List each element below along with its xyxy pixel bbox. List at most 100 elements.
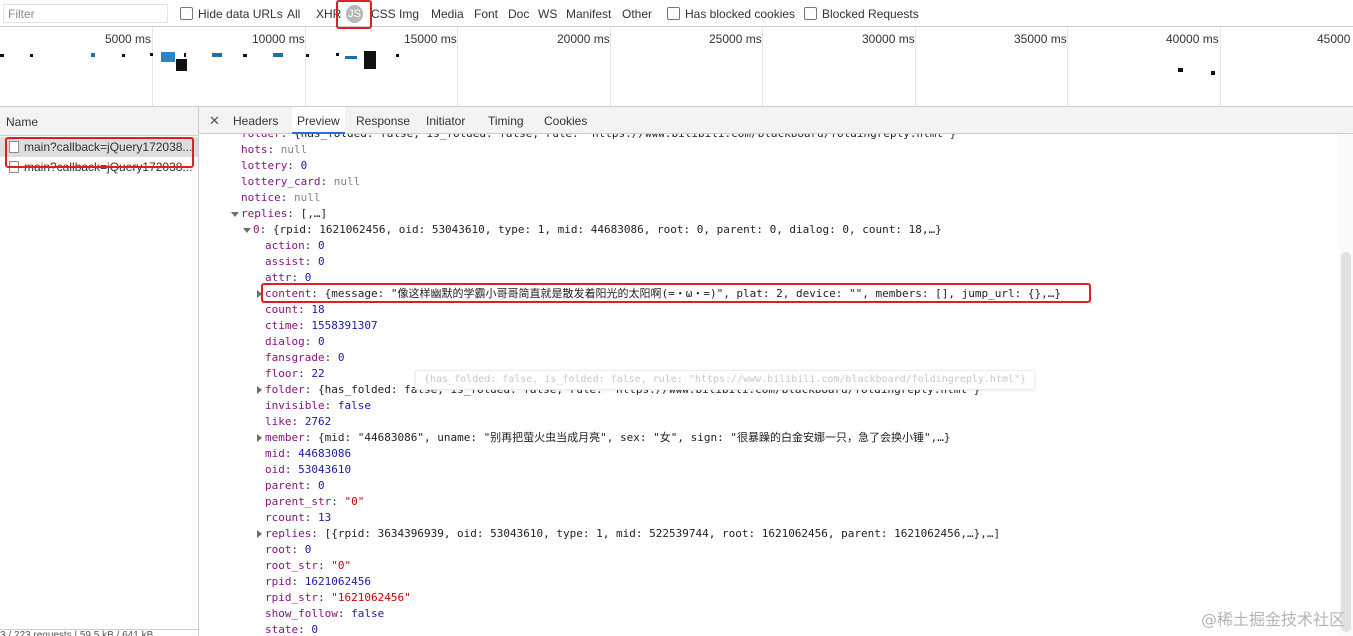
timeline-overview[interactable]: 5000 ms 10000 ms 15000 ms 20000 ms 25000… xyxy=(0,27,1353,107)
request-row[interactable]: main?callback=jQuery172038... xyxy=(0,137,198,157)
json-property-line[interactable]: replies: [{rpid: 3634396939, oid: 530436… xyxy=(257,526,1000,542)
json-separator: : xyxy=(324,351,338,364)
type-filter-other[interactable]: Other xyxy=(622,7,652,21)
json-separator: : xyxy=(298,303,312,316)
tick-label: 15000 ms xyxy=(404,32,457,46)
json-property-line[interactable]: 0: {rpid: 1621062456, oid: 53043610, typ… xyxy=(243,222,942,238)
json-key: notice xyxy=(241,191,281,204)
has-blocked-cookies-label: Has blocked cookies xyxy=(685,7,796,21)
json-key: rpid_str xyxy=(265,591,318,604)
json-property-line: hots: null xyxy=(241,142,307,158)
json-value: null xyxy=(333,175,361,188)
close-icon[interactable]: ✕ xyxy=(209,113,220,129)
type-filter-font[interactable]: Font xyxy=(474,7,498,21)
detail-tab-bar: ✕ Headers Preview Response Initiator Tim… xyxy=(199,107,1353,134)
tick-gridline xyxy=(610,27,611,106)
json-key: lottery_card xyxy=(241,175,321,188)
json-value: 0 xyxy=(311,623,318,636)
waterfall-bar xyxy=(364,51,376,69)
json-separator: : xyxy=(304,431,318,444)
expand-down-arrow-icon[interactable] xyxy=(231,212,239,217)
json-property-line: folder: {has_folded: false, is_folded: f… xyxy=(241,134,956,142)
tab-timing[interactable]: Timing xyxy=(488,114,524,128)
scrollbar-thumb[interactable] xyxy=(1341,252,1351,632)
tab-response[interactable]: Response xyxy=(356,114,410,128)
json-property-line: oid: 53043610 xyxy=(265,462,351,478)
json-property-line[interactable]: member: {mid: "44683086", uname: "别再把萤火虫… xyxy=(257,430,951,446)
type-filter-xhr[interactable]: XHR xyxy=(316,7,341,21)
json-key: state xyxy=(265,623,299,636)
type-filter-ws[interactable]: WS xyxy=(538,7,557,21)
json-value: 22 xyxy=(311,367,325,380)
json-property-line: rpid: 1621062456 xyxy=(265,574,371,590)
type-filter-all[interactable]: All xyxy=(287,7,300,21)
json-key: ctime xyxy=(265,319,299,332)
json-property-line: state: 0 xyxy=(265,622,318,636)
json-value: 0 xyxy=(318,479,325,492)
json-key: invisible xyxy=(265,399,325,412)
name-column-header[interactable]: Name xyxy=(0,107,198,136)
tick-label: 40000 ms xyxy=(1166,32,1219,46)
tick-gridline xyxy=(762,27,763,106)
json-property-line: show_follow: false xyxy=(265,606,384,622)
json-separator: : xyxy=(324,399,338,412)
waterfall-bar xyxy=(396,54,399,57)
hide-data-urls-label: Hide data URLs xyxy=(198,7,283,21)
json-property-line: rcount: 13 xyxy=(265,510,331,526)
json-separator: : xyxy=(284,447,299,460)
tab-initiator[interactable]: Initiator xyxy=(426,114,465,128)
expand-right-arrow-icon[interactable] xyxy=(257,386,262,394)
watermark: @稀土掘金技术社区 xyxy=(1200,610,1345,629)
json-key: hots xyxy=(241,143,268,156)
blocked-requests-label: Blocked Requests xyxy=(822,7,919,21)
json-property-line: action: 0 xyxy=(265,238,325,254)
type-filter-media[interactable]: Media xyxy=(431,7,464,21)
json-property-line: fansgrade: 0 xyxy=(265,350,344,366)
value-tooltip: {has_folded: false, is_folded: false, ru… xyxy=(415,370,1036,390)
blocked-requests-checkbox[interactable] xyxy=(804,7,817,20)
request-row[interactable]: main?callback=jQuery172038... xyxy=(0,157,198,177)
json-key: rcount xyxy=(265,511,305,524)
waterfall-bar xyxy=(176,59,187,71)
expand-right-arrow-icon[interactable] xyxy=(257,290,262,298)
type-filter-js[interactable]: JS xyxy=(346,5,363,23)
json-separator: : xyxy=(280,191,294,204)
tab-cookies[interactable]: Cookies xyxy=(544,114,587,128)
json-key: lottery xyxy=(241,159,288,172)
tick-label: 30000 ms xyxy=(862,32,915,46)
json-separator: : xyxy=(259,223,273,236)
json-key: folder xyxy=(265,383,305,396)
tick-gridline xyxy=(152,27,153,106)
filter-input[interactable] xyxy=(3,4,168,23)
type-filter-doc[interactable]: Doc xyxy=(508,7,529,21)
tab-preview[interactable]: Preview xyxy=(292,107,345,134)
request-list: Name main?callback=jQuery172038... main?… xyxy=(0,107,199,636)
waterfall-bar xyxy=(91,53,95,57)
expand-right-arrow-icon[interactable] xyxy=(257,530,262,538)
json-value: {message: "像这样幽默的学霸小哥哥简直就是散发着阳光的太阳啊(=・ω・… xyxy=(324,287,1061,300)
json-value: 53043610 xyxy=(298,463,352,476)
json-value: 13 xyxy=(318,511,332,524)
type-filter-img[interactable]: Img xyxy=(399,7,419,21)
json-key: root_str xyxy=(265,559,318,572)
waterfall-bar xyxy=(212,53,222,57)
json-key: parent_str xyxy=(265,495,332,508)
preview-scrollbar[interactable] xyxy=(1339,134,1353,636)
json-value: 0 xyxy=(318,239,325,252)
expand-right-arrow-icon[interactable] xyxy=(257,434,262,442)
tab-headers[interactable]: Headers xyxy=(233,114,278,128)
expand-down-arrow-icon[interactable] xyxy=(243,228,251,233)
json-property-line[interactable]: replies: [,…] xyxy=(231,206,327,222)
json-property-line: notice: null xyxy=(241,190,321,206)
json-separator: : xyxy=(287,159,301,172)
json-key: content xyxy=(265,287,312,300)
json-key: attr xyxy=(265,271,292,284)
json-value: 44683086 xyxy=(298,447,352,460)
type-filter-css[interactable]: CSS xyxy=(371,7,396,21)
json-property-line: invisible: false xyxy=(265,398,371,414)
json-property-line[interactable]: content: {message: "像这样幽默的学霸小哥哥简直就是散发着阳光… xyxy=(257,286,1061,302)
type-filter-manifest[interactable]: Manifest xyxy=(566,7,611,21)
hide-data-urls-checkbox[interactable] xyxy=(180,7,193,20)
has-blocked-cookies-checkbox[interactable] xyxy=(667,7,680,20)
request-detail-panel: ✕ Headers Preview Response Initiator Tim… xyxy=(199,107,1353,636)
